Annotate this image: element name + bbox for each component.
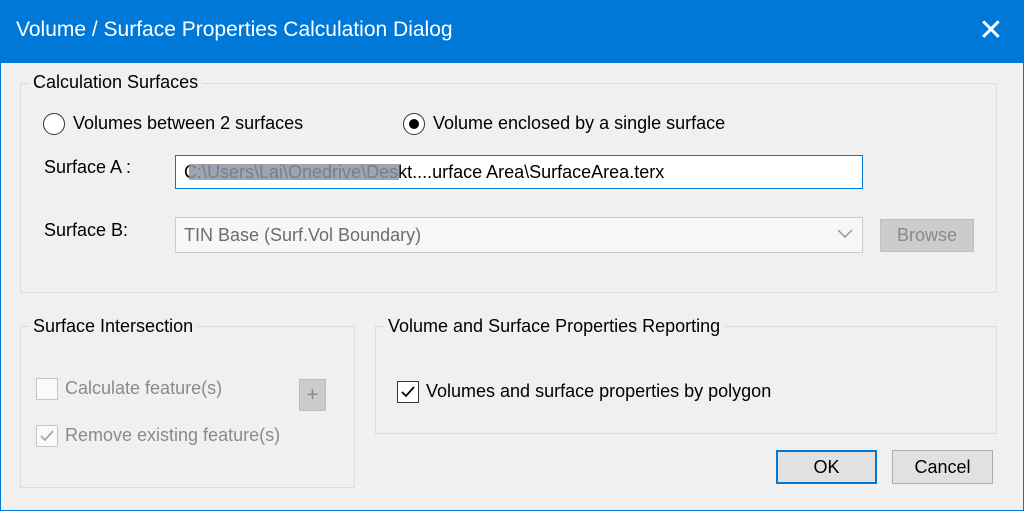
remove-features-label[interactable]: Remove existing feature(s)	[65, 425, 280, 446]
add-feature-button[interactable]: +	[299, 379, 326, 411]
surface-b-label: Surface B:	[44, 220, 129, 240]
dialog-title: Volume / Surface Properties Calculation …	[16, 18, 453, 41]
cancel-button[interactable]: Cancel	[892, 450, 993, 484]
radio-selected-dot	[409, 119, 419, 129]
radio-two-surfaces-label[interactable]: Volumes between 2 surfaces	[73, 113, 303, 134]
chevron-down-icon[interactable]	[836, 222, 854, 250]
checkmark-icon	[40, 430, 54, 442]
by-polygon-label[interactable]: Volumes and surface properties by polygo…	[426, 381, 771, 402]
radio-single-surface[interactable]	[403, 113, 425, 135]
surface-intersection-label: Surface Intersection	[29, 316, 198, 337]
checkmark-icon	[401, 386, 415, 398]
title-bar[interactable]: Volume / Surface Properties Calculation …	[1, 1, 1023, 63]
close-icon[interactable]: ✕	[959, 1, 1023, 63]
by-polygon-checkbox[interactable]	[397, 381, 419, 403]
redacted-path-overlay	[189, 164, 399, 180]
calculation-surfaces-label: Calculation Surfaces	[29, 72, 203, 93]
surface-a-label: Surface A :	[44, 157, 132, 177]
surface-b-combo[interactable]: TIN Base (Surf.Vol Boundary)	[175, 217, 863, 253]
dialog-window: Volume / Surface Properties Calculation …	[0, 0, 1024, 511]
radio-two-surfaces[interactable]	[43, 113, 65, 135]
reporting-label: Volume and Surface Properties Reporting	[384, 316, 725, 337]
surface-b-value: TIN Base (Surf.Vol Boundary)	[184, 225, 422, 245]
calculate-features-label[interactable]: Calculate feature(s)	[65, 378, 222, 399]
calculate-features-checkbox[interactable]	[36, 378, 58, 400]
browse-button[interactable]: Browse	[880, 219, 974, 252]
ok-button[interactable]: OK	[776, 450, 877, 484]
radio-single-surface-label[interactable]: Volume enclosed by a single surface	[433, 113, 725, 134]
reporting-group	[375, 326, 997, 434]
remove-features-checkbox[interactable]	[36, 425, 58, 447]
